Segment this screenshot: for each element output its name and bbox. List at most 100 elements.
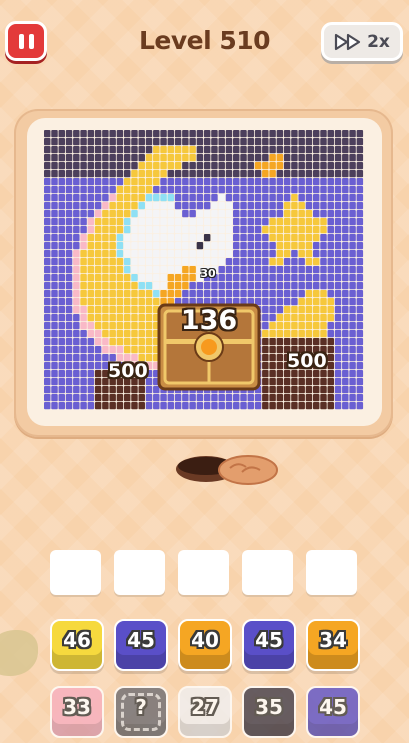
pixel-cell (305, 258, 313, 266)
pixel-cell (58, 178, 66, 186)
pixel-cell (65, 242, 73, 250)
pixel-cell (291, 178, 298, 186)
pixel-cell (291, 242, 298, 250)
pixel-cell (44, 138, 51, 146)
pixel-cell (131, 226, 138, 234)
pixel-cell (87, 250, 95, 258)
pixel-cell (123, 306, 131, 314)
pixel-cell (145, 138, 153, 146)
pixel-cell (269, 314, 276, 322)
pixel-cell (254, 290, 262, 298)
pixel-cell (87, 202, 95, 210)
pixel-cell (225, 394, 233, 402)
pixel-cell (182, 258, 189, 266)
pixel-cell (356, 186, 364, 194)
pixel-cell (65, 258, 73, 266)
pixel-cell (240, 186, 247, 194)
pixel-cell (269, 330, 276, 338)
pixel-cell (131, 162, 138, 170)
pixel-cell (131, 330, 138, 338)
pixel-cell (283, 298, 291, 306)
pixel-cell (349, 226, 356, 234)
pixel-cell (298, 386, 305, 394)
pixel-cell (254, 146, 262, 154)
pixel-cell (262, 306, 269, 314)
pixel-cell (87, 298, 95, 306)
pixel-cell (174, 242, 182, 250)
pixel-cell (102, 266, 109, 274)
pixel-cell (276, 290, 284, 298)
pixel-cell (233, 234, 240, 242)
pixel-cell (123, 386, 131, 394)
pixel-cell (312, 338, 320, 346)
pixel-cell (160, 146, 167, 154)
pixel-cell (44, 322, 51, 330)
pixel-cell (334, 234, 342, 242)
shooter-cup[interactable]: 45 (114, 619, 168, 671)
pixel-cell (240, 402, 247, 410)
pixel-cell (276, 258, 284, 266)
pixel-cell (276, 394, 284, 402)
pixel-cell (58, 226, 66, 234)
pixel-cell (109, 202, 116, 210)
pixel-cell (276, 130, 284, 138)
pixel-cell (182, 274, 189, 282)
speed-button[interactable]: 2x (321, 22, 403, 61)
pixel-cell (80, 290, 87, 298)
pixel-cell (58, 322, 66, 330)
shooter-cup[interactable]: 34 (306, 619, 360, 671)
pixel-cell (334, 218, 342, 226)
pixel-cell (305, 266, 313, 274)
pixel-cell (247, 202, 255, 210)
pixel-cell (240, 258, 247, 266)
pixel-cell (80, 362, 87, 370)
pixel-cell (51, 218, 58, 226)
queue-slot-5 (306, 550, 357, 595)
pixel-cell (109, 338, 116, 346)
pixel-cell (218, 290, 225, 298)
pixel-cell (153, 234, 160, 242)
pixel-cell (276, 210, 284, 218)
shooter-cup[interactable]: 45 (242, 619, 296, 671)
shooter-cup[interactable]: 40 (178, 619, 232, 671)
pixel-cell (153, 290, 160, 298)
pixel-cell (109, 186, 116, 194)
pixel-cell (211, 170, 218, 178)
pixel-cell (94, 202, 102, 210)
pixel-cell (342, 306, 349, 314)
pixel-cell (298, 290, 305, 298)
pixel-cell (196, 130, 204, 138)
pixel-cell (131, 178, 138, 186)
pixel-cell (262, 274, 269, 282)
pixel-cell (291, 234, 298, 242)
pixel-cell (225, 242, 233, 250)
pixel-cell (73, 274, 80, 282)
pixel-cell (182, 234, 189, 242)
shooter-cup[interactable]: 46 (50, 619, 104, 671)
pixel-cell (44, 242, 51, 250)
pixel-cell (160, 154, 167, 162)
pixel-cell (291, 378, 298, 386)
pixel-cell (189, 282, 196, 290)
pixel-cell (276, 282, 284, 290)
pixel-cell (123, 234, 131, 242)
pixel-cell (342, 346, 349, 354)
pixel-cell (269, 386, 276, 394)
pixel-cell (160, 290, 167, 298)
pixel-cell (334, 258, 342, 266)
pixel-cell (44, 146, 51, 154)
pixel-cell (65, 274, 73, 282)
pixel-cell (305, 290, 313, 298)
pixel-cell (203, 226, 211, 234)
pixel-cell (291, 274, 298, 282)
pixel-cell (167, 186, 175, 194)
pixel-cell (123, 330, 131, 338)
pixel-cell (44, 250, 51, 258)
cup-count: 45 (127, 628, 155, 652)
pixel-cell (138, 274, 145, 282)
pixel-cell (182, 402, 189, 410)
mystery-cup: ? (114, 686, 168, 738)
pixel-cell (102, 154, 109, 162)
pixel-cell (87, 138, 95, 146)
pixel-cell (298, 282, 305, 290)
